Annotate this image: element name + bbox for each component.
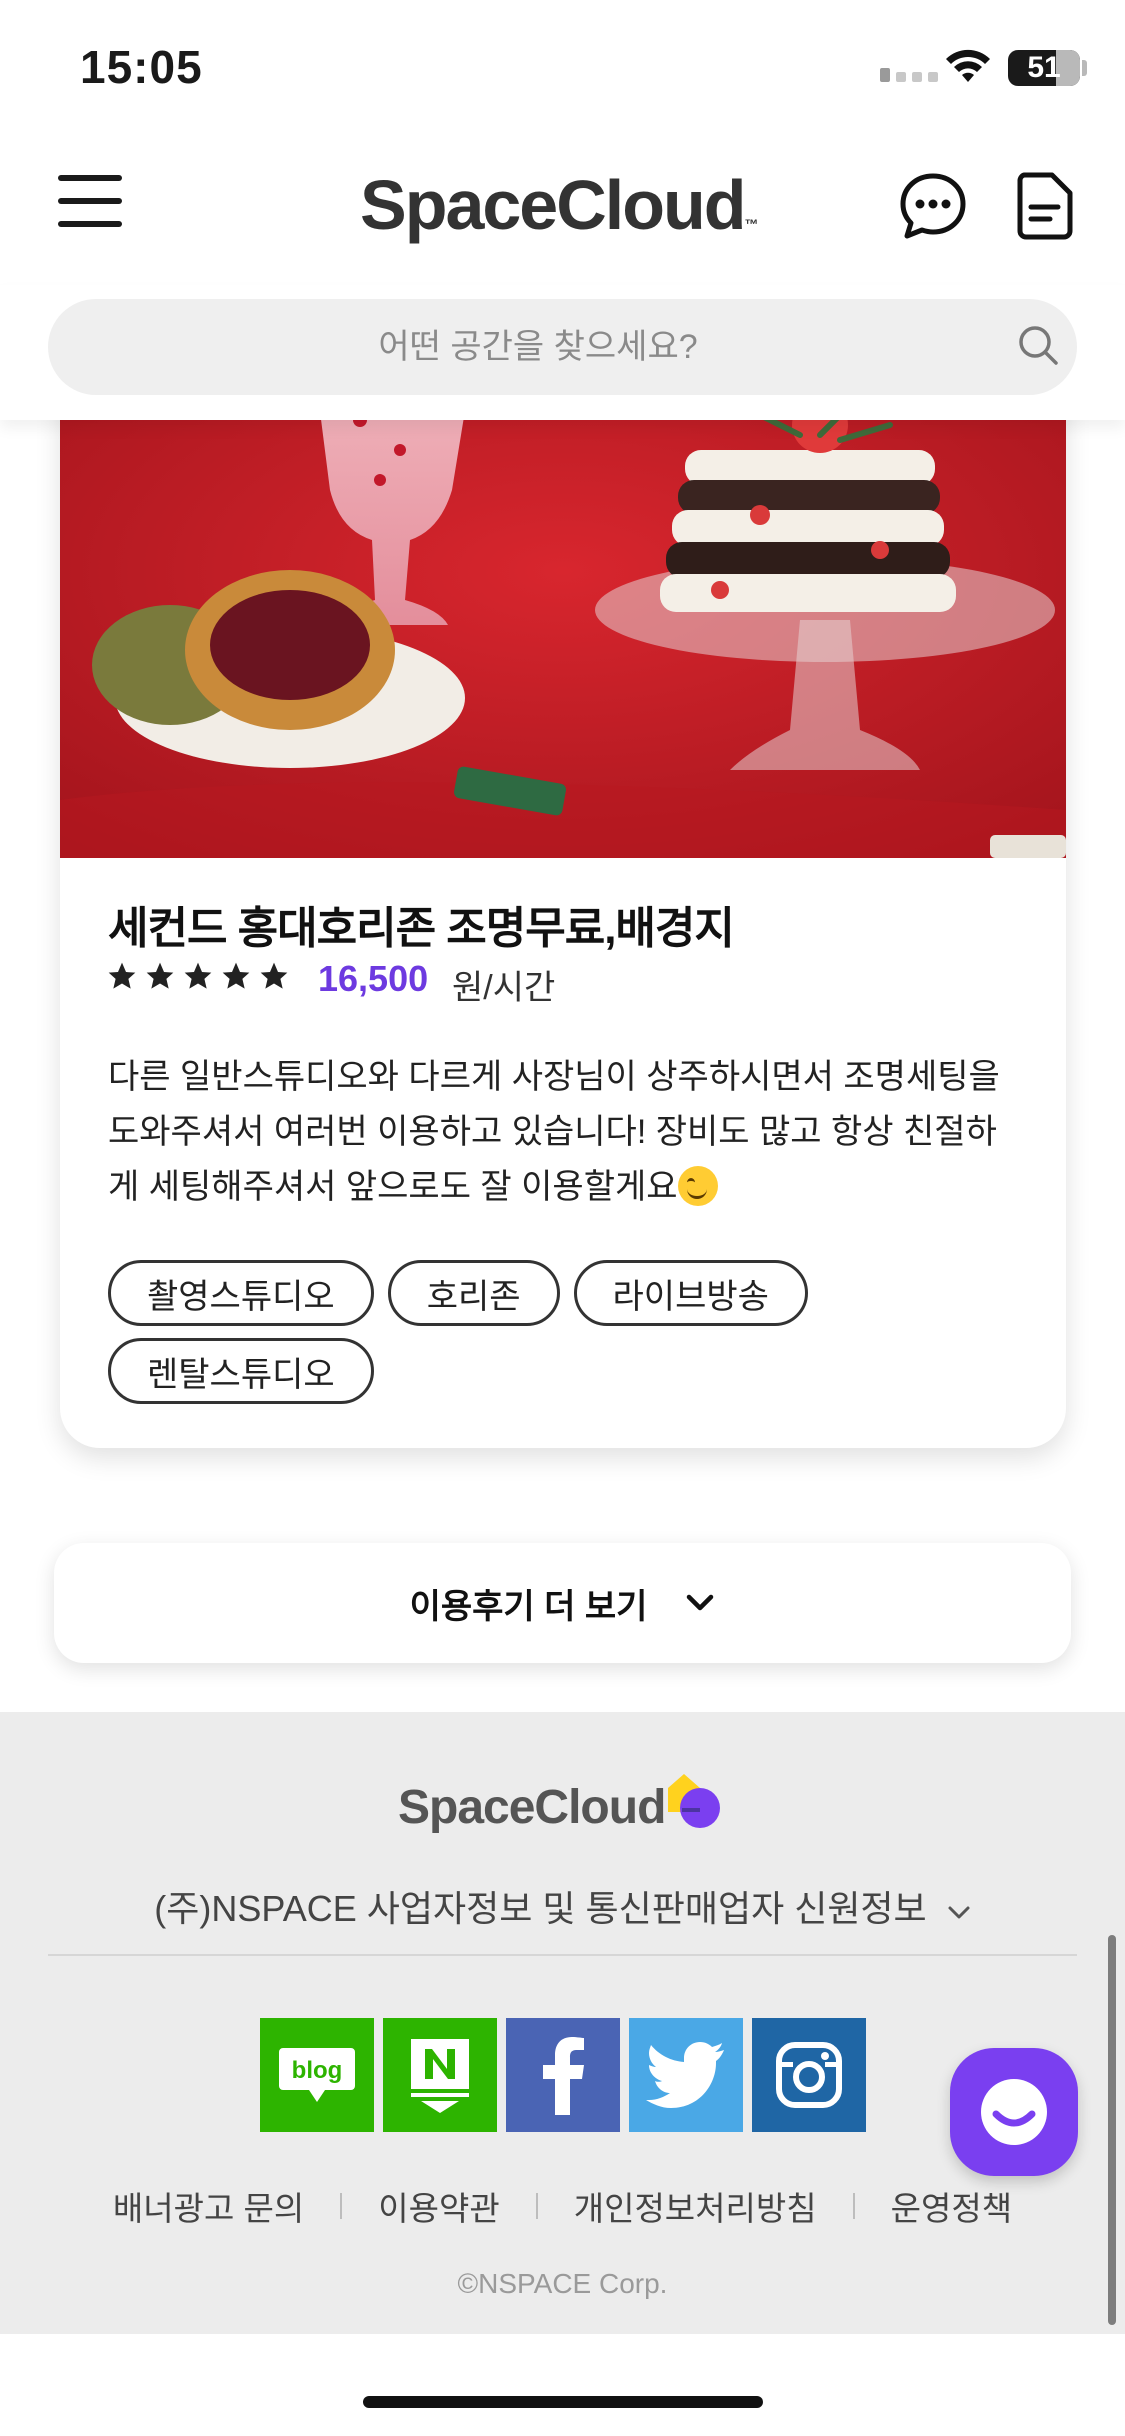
more-reviews-button[interactable]: 이용후기 더 보기: [54, 1543, 1071, 1663]
footer-logo: SpaceCloud: [398, 1781, 666, 1834]
status-bar: 15:05 51: [0, 0, 1125, 135]
svg-text:blog: blog: [292, 2057, 343, 2084]
document-icon[interactable]: [1016, 171, 1074, 241]
blog-icon: blog: [279, 2048, 355, 2102]
naver-post-icon: [411, 2039, 469, 2113]
rating-stars: [106, 960, 290, 992]
blog-link[interactable]: blog: [260, 2018, 374, 2132]
smiling-face-emoji-icon: [677, 1166, 718, 1206]
cellular-signal-icon: [880, 68, 938, 82]
footer: SpaceCloud (주)NSPACE 사업자정보 및 통신판매업자 신원정보…: [0, 1712, 1125, 2334]
twitter-link[interactable]: [629, 2018, 743, 2132]
star-icon: [184, 962, 212, 989]
battery-nub: [1082, 60, 1087, 76]
link-separator: [340, 2193, 343, 2219]
status-time: 15:05: [80, 41, 203, 93]
twitter-icon: [646, 2042, 724, 2108]
floating-chat-button[interactable]: [950, 2048, 1078, 2176]
star-icon: [260, 962, 288, 989]
copyright: ©NSPACE Corp.: [457, 2268, 668, 2299]
footer-link-terms[interactable]: 이용약관: [378, 2182, 499, 2230]
star-icon: [108, 962, 136, 989]
space-title[interactable]: 세컨드 홍대호리존 조명무료,배경지: [108, 892, 735, 956]
footer-divider: [48, 1954, 1077, 1956]
review-body: 다른 일반스튜디오와 다르게 사장님이 상주하시면서 조명세팅을 도와주셔서 여…: [108, 1058, 1000, 1206]
tag-list: 촬영스튜디오 호리존 라이브방송 렌탈스튜디오: [108, 1260, 1008, 1404]
price-unit: 원/시간: [452, 969, 556, 1007]
chevron-down-icon: [948, 1906, 970, 1919]
review-text: 다른 일반스튜디오와 다르게 사장님이 상주하시면서 조명세팅을 도와주셔서 여…: [108, 1050, 1028, 1215]
battery-icon: 51: [1008, 50, 1080, 86]
star-icon: [146, 962, 174, 989]
chat-bubble-icon[interactable]: [898, 171, 968, 241]
hamburger-menu-icon[interactable]: [58, 175, 122, 227]
link-separator: [535, 2193, 538, 2219]
battery-level: 51: [1027, 51, 1061, 84]
search-bar[interactable]: [48, 299, 1077, 395]
price-value: 16,500: [318, 958, 429, 999]
link-separator: [852, 2193, 855, 2219]
instagram-icon: [776, 2042, 842, 2108]
spacecloud-logo-mark-icon: [668, 1774, 720, 1828]
review-card[interactable]: 세컨드 홍대호리존 조명무료,배경지 16,500 원/시간 다른 일반스튜디오…: [60, 380, 1066, 1448]
tag-chip[interactable]: 호리존: [387, 1260, 560, 1326]
instagram-link[interactable]: [752, 2018, 866, 2132]
facebook-link[interactable]: [506, 2018, 620, 2132]
company-info-label: (주)NSPACE 사업자정보 및 통신판매업자 신원정보: [154, 1888, 927, 1929]
scrollbar[interactable]: [1108, 1935, 1116, 2325]
wifi-icon: [946, 49, 990, 82]
home-indicator[interactable]: [363, 2396, 763, 2408]
social-links: blog: [260, 2018, 866, 2132]
top-header: SpaceCloud™: [0, 135, 1125, 285]
footer-links: 배너광고 문의 이용약관 개인정보처리방침 운영정책: [0, 2182, 1125, 2230]
search-area: [0, 285, 1125, 420]
tag-chip[interactable]: 렌탈스튜디오: [108, 1338, 374, 1404]
star-icon: [222, 962, 250, 989]
company-info-toggle[interactable]: (주)NSPACE 사업자정보 및 통신판매업자 신원정보: [0, 1880, 1125, 1932]
tag-chip[interactable]: 촬영스튜디오: [108, 1260, 374, 1326]
chevron-down-icon: [687, 1594, 714, 1611]
search-icon[interactable]: [1016, 323, 1062, 369]
more-reviews-label: 이용후기 더 보기: [409, 1587, 648, 1626]
tag-chip[interactable]: 라이브방송: [573, 1260, 808, 1326]
facebook-icon: [543, 2037, 584, 2115]
smile-chat-icon: [981, 2079, 1047, 2145]
footer-link-policy[interactable]: 운영정책: [891, 2182, 1012, 2230]
app-logo[interactable]: SpaceCloud™: [360, 165, 759, 245]
search-input[interactable]: [108, 299, 968, 395]
naver-post-link[interactable]: [383, 2018, 497, 2132]
footer-link-privacy[interactable]: 개인정보처리방침: [574, 2182, 817, 2230]
review-photo[interactable]: [60, 380, 1066, 858]
footer-link-ad-inquiry[interactable]: 배너광고 문의: [113, 2182, 304, 2230]
